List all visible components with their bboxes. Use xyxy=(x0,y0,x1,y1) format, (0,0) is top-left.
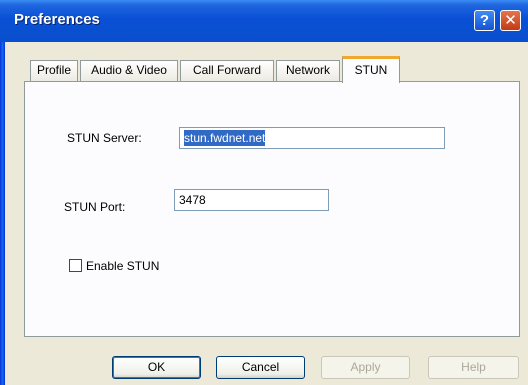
cancel-button[interactable]: Cancel xyxy=(216,356,305,379)
ok-button[interactable]: OK xyxy=(112,356,201,379)
help-icon[interactable]: ? xyxy=(474,10,495,31)
stun-server-value: stun.fwdnet.net xyxy=(184,130,266,146)
enable-stun-label[interactable]: Enable STUN xyxy=(86,259,159,273)
stun-port-label: STUN Port: xyxy=(64,200,126,214)
apply-button[interactable]: Apply xyxy=(321,356,410,379)
title-bar: Preferences ? ✕ xyxy=(0,0,528,42)
tab-stun[interactable]: STUN xyxy=(342,56,400,83)
window-frame-edge xyxy=(0,42,5,385)
stun-server-label: STUN Server: xyxy=(67,131,142,145)
tab-network[interactable]: Network xyxy=(276,60,340,81)
tab-profile[interactable]: Profile xyxy=(30,60,78,81)
stun-port-input[interactable]: 3478 xyxy=(174,189,329,211)
tab-call-forward[interactable]: Call Forward xyxy=(180,60,274,81)
enable-stun-checkbox[interactable] xyxy=(69,259,82,272)
close-icon[interactable]: ✕ xyxy=(500,10,521,31)
window-title: Preferences xyxy=(14,11,100,28)
stun-server-input[interactable]: stun.fwdnet.net xyxy=(179,127,445,149)
help-button[interactable]: Help xyxy=(428,356,519,379)
tab-audio-video[interactable]: Audio & Video xyxy=(80,60,178,81)
stun-port-value: 3478 xyxy=(179,193,206,207)
